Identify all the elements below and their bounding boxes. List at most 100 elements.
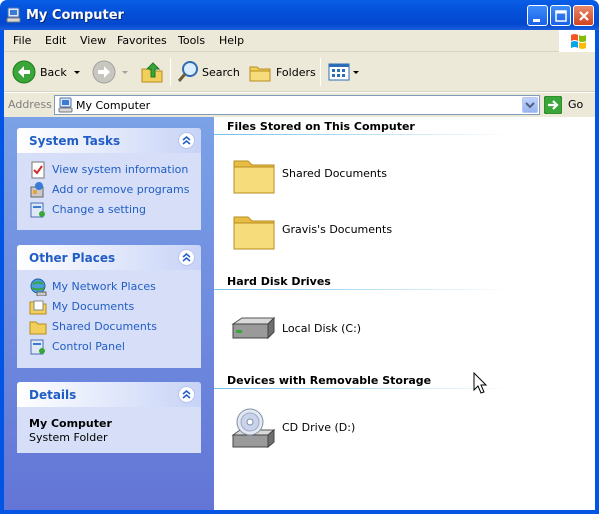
minimize-button[interactable] xyxy=(527,5,548,26)
control-panel-icon xyxy=(30,339,45,355)
go-button[interactable]: Go xyxy=(544,95,592,115)
forward-arrow-icon xyxy=(92,60,116,84)
group-title-files-stored: Files Stored on This Computer xyxy=(227,120,415,133)
dropdown-arrow-icon xyxy=(74,71,80,74)
task-label: Add or remove programs xyxy=(52,183,190,196)
item-gravis-documents[interactable]: Gravis's Documents xyxy=(230,207,470,255)
place-label: Control Panel xyxy=(52,340,125,353)
close-icon xyxy=(579,11,589,21)
menu-edit[interactable]: Edit xyxy=(45,34,66,47)
details-name: My Computer xyxy=(29,417,112,430)
group-divider xyxy=(214,388,514,389)
forward-button[interactable] xyxy=(90,58,132,86)
task-label: Change a setting xyxy=(52,203,146,216)
system-tasks-title: System Tasks xyxy=(29,134,121,148)
address-input[interactable]: My Computer xyxy=(54,95,540,115)
task-pane: System Tasks View system information Add… xyxy=(4,117,214,510)
place-label: Shared Documents xyxy=(52,320,157,333)
toolbar: Back Search Folders xyxy=(4,52,595,92)
title-bar[interactable]: My Computer xyxy=(0,0,599,30)
search-label: Search xyxy=(202,66,240,79)
details-header[interactable]: Details xyxy=(17,382,201,407)
address-value: My Computer xyxy=(76,99,151,112)
window-frame-bottom xyxy=(0,510,599,514)
menu-tools[interactable]: Tools xyxy=(178,34,205,47)
menu-bar: File Edit View Favorites Tools Help xyxy=(4,30,595,52)
window-frame-right xyxy=(595,30,599,514)
other-places-panel: Other Places My Network Places My Docume… xyxy=(17,245,201,368)
views-icon xyxy=(328,63,350,81)
details-title: Details xyxy=(29,388,77,402)
folders-icon xyxy=(249,66,271,82)
folders-label: Folders xyxy=(276,66,316,79)
item-shared-documents[interactable]: Shared Documents xyxy=(230,151,470,199)
go-label: Go xyxy=(568,98,584,111)
collapse-button[interactable] xyxy=(178,249,195,266)
close-button[interactable] xyxy=(573,5,594,26)
item-cd-drive-d[interactable]: CD Drive (D:) xyxy=(230,405,470,453)
other-places-title: Other Places xyxy=(29,251,116,265)
task-label: View system information xyxy=(52,163,189,176)
chevron-down-icon xyxy=(525,102,535,109)
item-label: CD Drive (D:) xyxy=(282,421,356,434)
collapse-button[interactable] xyxy=(178,132,195,149)
search-button[interactable]: Search xyxy=(174,58,240,86)
minimize-icon xyxy=(533,19,540,22)
toolbar-separator xyxy=(170,58,171,86)
menu-help[interactable]: Help xyxy=(219,34,244,47)
system-info-icon xyxy=(31,161,45,179)
file-list-view[interactable]: Files Stored on This Computer Shared Doc… xyxy=(214,117,595,510)
up-button[interactable] xyxy=(138,58,166,86)
menu-file[interactable]: File xyxy=(13,34,31,47)
item-label: Gravis's Documents xyxy=(282,223,393,236)
menu-favorites[interactable]: Favorites xyxy=(117,34,167,47)
place-label: My Network Places xyxy=(52,280,156,293)
mouse-cursor-icon xyxy=(473,372,488,394)
toolbar-separator xyxy=(320,58,321,86)
place-label: My Documents xyxy=(52,300,135,313)
hard-disk-icon xyxy=(231,316,276,340)
windows-flag-icon xyxy=(571,34,586,49)
collapse-button[interactable] xyxy=(178,386,195,403)
window-title: My Computer xyxy=(26,8,124,23)
my-documents-icon xyxy=(29,300,47,315)
system-tasks-panel: System Tasks View system information Add… xyxy=(17,128,201,230)
group-title-hard-disk-drives: Hard Disk Drives xyxy=(227,275,331,288)
maximize-icon xyxy=(555,10,567,22)
add-remove-programs-icon xyxy=(30,182,44,198)
folder-icon xyxy=(233,216,275,250)
dropdown-arrow-icon xyxy=(122,71,128,74)
group-divider xyxy=(214,134,514,135)
address-label: Address xyxy=(8,98,52,111)
address-dropdown-button[interactable] xyxy=(522,97,538,113)
dropdown-arrow-icon xyxy=(353,71,359,74)
network-places-icon xyxy=(30,278,47,296)
cd-drive-icon xyxy=(231,408,276,449)
folders-button[interactable]: Folders xyxy=(246,58,316,86)
details-panel: Details My Computer System Folder xyxy=(17,382,201,453)
item-local-disk-c[interactable]: Local Disk (C:) xyxy=(230,306,470,354)
folder-icon xyxy=(233,160,275,194)
group-divider xyxy=(214,289,514,290)
my-computer-icon xyxy=(6,7,21,23)
back-button[interactable]: Back xyxy=(10,58,82,86)
go-arrow-icon xyxy=(544,96,562,114)
maximize-button[interactable] xyxy=(550,5,571,26)
menu-view[interactable]: View xyxy=(80,34,106,47)
my-computer-icon xyxy=(58,97,73,113)
windows-logo xyxy=(559,30,595,52)
item-label: Local Disk (C:) xyxy=(282,322,362,335)
views-button[interactable] xyxy=(324,58,362,86)
folder-icon xyxy=(29,321,47,335)
control-panel-icon xyxy=(30,202,45,218)
item-label: Shared Documents xyxy=(282,167,387,180)
search-icon xyxy=(177,61,198,82)
address-bar: Address My Computer Go xyxy=(4,93,595,117)
double-chevron-up-icon xyxy=(182,136,191,145)
group-title-removable-storage: Devices with Removable Storage xyxy=(227,374,432,387)
other-places-header[interactable]: Other Places xyxy=(17,245,201,270)
system-tasks-header[interactable]: System Tasks xyxy=(17,128,201,153)
double-chevron-up-icon xyxy=(182,253,191,262)
folder-up-icon xyxy=(141,62,163,83)
details-type: System Folder xyxy=(29,431,108,444)
